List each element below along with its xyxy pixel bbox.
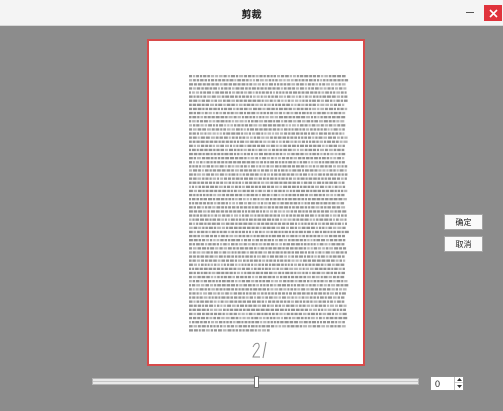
page-spinbox[interactable]: 0 bbox=[430, 376, 464, 391]
document-preview[interactable] bbox=[147, 39, 365, 366]
spinbox-arrows bbox=[454, 377, 463, 390]
minimize-icon bbox=[466, 11, 474, 13]
arrow-down-icon bbox=[456, 384, 462, 388]
close-button[interactable] bbox=[484, 5, 502, 21]
slider-thumb[interactable] bbox=[253, 376, 259, 388]
close-icon bbox=[488, 8, 498, 18]
minimize-button[interactable] bbox=[462, 4, 478, 20]
page-number-mark bbox=[252, 341, 267, 359]
cancel-button[interactable]: 取消 bbox=[444, 236, 483, 252]
confirm-button[interactable]: 确定 bbox=[444, 214, 483, 230]
title-bar: 剪裁 bbox=[0, 0, 503, 26]
spinbox-down-button[interactable] bbox=[455, 383, 463, 389]
document-text-block bbox=[189, 75, 349, 332]
zoom-slider[interactable] bbox=[92, 376, 419, 388]
window-title: 剪裁 bbox=[241, 10, 262, 21]
spinbox-value[interactable]: 0 bbox=[435, 379, 440, 389]
arrow-up-icon bbox=[456, 378, 462, 381]
